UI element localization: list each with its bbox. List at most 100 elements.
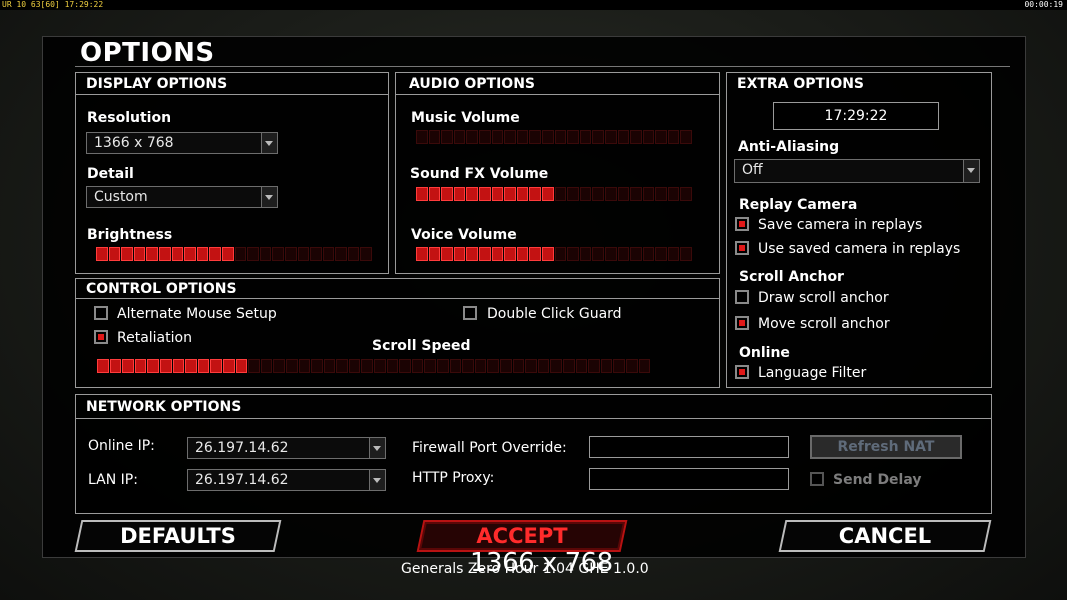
slider-segment bbox=[416, 130, 428, 144]
chevron-down-icon[interactable] bbox=[369, 438, 385, 458]
slider-segment bbox=[234, 247, 247, 261]
slider-segment bbox=[424, 359, 437, 373]
firewall-port-input[interactable] bbox=[589, 436, 789, 458]
slider-segment bbox=[537, 359, 550, 373]
slider-segment bbox=[504, 247, 516, 261]
slider-segment bbox=[158, 247, 171, 261]
slider-segment bbox=[411, 359, 424, 373]
send-delay-checkbox[interactable] bbox=[810, 472, 824, 486]
retaliation-checkbox[interactable] bbox=[94, 330, 108, 344]
refresh-nat-button[interactable]: Refresh NAT bbox=[810, 435, 962, 459]
slider-segment bbox=[655, 247, 667, 261]
slider-segment bbox=[259, 247, 272, 261]
chevron-down-icon[interactable] bbox=[963, 160, 979, 182]
slider-segment bbox=[625, 359, 638, 373]
brightness-label: Brightness bbox=[87, 227, 173, 243]
slider-segment bbox=[336, 359, 348, 373]
slider-segment bbox=[297, 247, 310, 261]
slider-segment bbox=[196, 247, 209, 261]
anti-aliasing-label: Anti-Aliasing bbox=[738, 139, 840, 155]
slider-segment bbox=[592, 187, 604, 201]
resolution-overlay: 1366 x 768 bbox=[470, 548, 613, 578]
audio-options-header: AUDIO OPTIONS bbox=[396, 73, 719, 95]
slider-segment bbox=[562, 359, 575, 373]
slider-segment bbox=[630, 187, 642, 201]
scroll-speed-slider[interactable] bbox=[97, 359, 651, 373]
clock-text: 17:29:22 bbox=[824, 108, 888, 124]
voice-volume-slider[interactable] bbox=[416, 247, 693, 261]
music-volume-slider[interactable] bbox=[416, 130, 693, 144]
slider-segment bbox=[680, 130, 693, 144]
slider-segment bbox=[146, 247, 158, 261]
detail-select[interactable]: Custom bbox=[86, 186, 278, 208]
status-left: UR 10 63[60] 17:29:22 bbox=[2, 0, 104, 9]
http-proxy-input[interactable] bbox=[589, 468, 789, 490]
chevron-down-icon[interactable] bbox=[261, 187, 277, 207]
slider-segment bbox=[209, 247, 221, 261]
slider-segment bbox=[441, 130, 453, 144]
sfx-volume-label: Sound FX Volume bbox=[410, 166, 549, 182]
slider-segment bbox=[122, 359, 134, 373]
slider-segment bbox=[516, 247, 529, 261]
clock-display: 17:29:22 bbox=[773, 102, 939, 130]
detail-value: Custom bbox=[94, 189, 148, 205]
slider-segment bbox=[491, 247, 504, 261]
slider-segment bbox=[108, 247, 121, 261]
slider-segment bbox=[322, 247, 335, 261]
slider-segment bbox=[500, 359, 512, 373]
status-right: 00:00:19 bbox=[1024, 0, 1063, 9]
alt-mouse-checkbox[interactable] bbox=[94, 306, 108, 320]
defaults-button[interactable]: DEFAULTS bbox=[74, 520, 282, 552]
draw-anchor-checkbox[interactable] bbox=[735, 290, 749, 304]
language-filter-checkbox[interactable] bbox=[735, 365, 749, 379]
chevron-down-icon[interactable] bbox=[369, 470, 385, 490]
slider-segment bbox=[361, 359, 374, 373]
alt-mouse-label: Alternate Mouse Setup bbox=[117, 306, 277, 322]
cancel-button-label: CANCEL bbox=[838, 524, 932, 548]
slider-segment bbox=[134, 359, 147, 373]
slider-segment bbox=[272, 247, 284, 261]
slider-segment bbox=[428, 130, 441, 144]
slider-segment bbox=[592, 247, 604, 261]
slider-segment bbox=[462, 359, 474, 373]
slider-segment bbox=[478, 187, 491, 201]
slider-segment bbox=[210, 359, 222, 373]
lan-ip-value: 26.197.14.62 bbox=[195, 472, 289, 488]
save-camera-checkbox[interactable] bbox=[735, 217, 749, 231]
cancel-button[interactable]: CANCEL bbox=[778, 520, 992, 552]
slider-segment bbox=[541, 247, 554, 261]
slider-segment bbox=[171, 247, 184, 261]
slider-segment bbox=[630, 247, 642, 261]
slider-segment bbox=[248, 359, 260, 373]
slider-segment bbox=[575, 359, 588, 373]
detail-label: Detail bbox=[87, 166, 134, 182]
move-anchor-checkbox[interactable] bbox=[735, 316, 749, 330]
slider-segment bbox=[348, 359, 361, 373]
slider-segment bbox=[453, 130, 466, 144]
slider-segment bbox=[478, 130, 491, 144]
online-ip-select[interactable]: 26.197.14.62 bbox=[187, 437, 386, 459]
slider-segment bbox=[222, 359, 235, 373]
slider-segment bbox=[335, 247, 347, 261]
slider-segment bbox=[541, 187, 554, 201]
brightness-slider[interactable] bbox=[96, 247, 373, 261]
slider-segment bbox=[617, 187, 630, 201]
extra-options-header: EXTRA OPTIONS bbox=[737, 76, 865, 92]
slider-segment bbox=[96, 247, 108, 261]
slider-segment bbox=[133, 247, 146, 261]
chevron-down-icon[interactable] bbox=[261, 133, 277, 153]
slider-segment bbox=[109, 359, 122, 373]
slider-segment bbox=[617, 247, 630, 261]
sfx-volume-slider[interactable] bbox=[416, 187, 693, 201]
resolution-select[interactable]: 1366 x 768 bbox=[86, 132, 278, 154]
lan-ip-select[interactable]: 26.197.14.62 bbox=[187, 469, 386, 491]
slider-segment bbox=[197, 359, 210, 373]
slider-segment bbox=[529, 247, 541, 261]
use-camera-checkbox[interactable] bbox=[735, 241, 749, 255]
anti-aliasing-select[interactable]: Off bbox=[734, 159, 980, 183]
slider-segment bbox=[260, 359, 273, 373]
double-click-guard-checkbox[interactable] bbox=[463, 306, 477, 320]
slider-segment bbox=[441, 187, 453, 201]
network-options-header: NETWORK OPTIONS bbox=[76, 395, 991, 419]
slider-segment bbox=[516, 130, 529, 144]
